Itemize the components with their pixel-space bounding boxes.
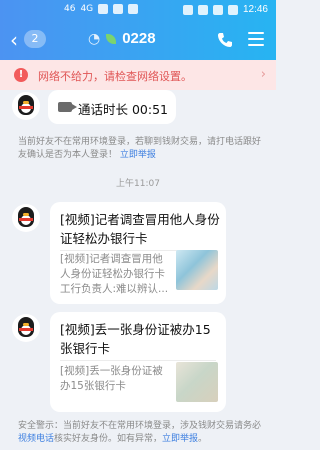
article-title: [视频]丢一张身份证被办15张银行卡	[60, 322, 211, 356]
security-warning-prefix: 安全警示：当前好友不在常用环境登录，涉及钱财交易请务必	[18, 421, 262, 431]
security-warning-middle: 核实好友身份。如有异常，	[54, 434, 163, 444]
call-duration-text: 通话时长 00:51	[78, 102, 168, 117]
security-warning-suffix: 。	[198, 434, 208, 444]
article-divider	[60, 360, 216, 361]
article-title: [视频]记者调查冒用他人身份证轻松办银行卡	[60, 212, 220, 246]
warning-text: 网络不给力，请检查网络设置。	[38, 70, 192, 83]
status-icons-left: 46 4G	[64, 4, 139, 14]
network-warning-bar[interactable]: ! 网络不给力，请检查网络设置。 ›	[0, 60, 276, 90]
penguin-icon	[18, 95, 34, 115]
status-bar: 46 4G 12:46	[0, 0, 276, 20]
friend-avatar[interactable]	[12, 92, 40, 120]
article-card[interactable]: [视频]丢一张身份证被办15张银行卡 [视频]丢一张身份证被办15张银行卡	[50, 312, 226, 412]
report-link[interactable]: 立即举报	[162, 434, 198, 444]
nfc-icon	[182, 4, 193, 15]
menu-icon[interactable]	[248, 32, 264, 46]
article-card[interactable]: [视频]记者调查冒用他人身份证轻松办银行卡 [视频]记者调查冒用他人身份证轻松办…	[50, 202, 226, 304]
chat-title: 0228	[122, 30, 156, 47]
security-warning: 安全警示：当前好友不在常用环境登录，涉及钱财交易请务必视频电话核实好友身份。如有…	[18, 420, 262, 446]
online-status-icon	[106, 33, 117, 44]
video-call-link[interactable]: 视频电话	[18, 434, 54, 444]
article-description: [视频]记者调查冒用他人身份证轻松办银行卡工行负责人:难以辨认...	[60, 253, 169, 295]
notification-icon	[98, 4, 109, 14]
message-notification-icon	[128, 4, 139, 14]
earpiece-icon[interactable]: ◔	[88, 31, 100, 47]
battery-icon	[227, 4, 238, 15]
chat-header: ‹ 2 ◔ 0228	[0, 20, 276, 60]
penguin-icon	[18, 207, 34, 227]
network-text: 4G	[80, 4, 94, 14]
security-notice: 当前好友不在常用环境登录，若聊到钱财交易，请打电话跟好友确认是否为本人登录！ 立…	[18, 136, 262, 162]
article-thumbnail	[176, 362, 218, 402]
message-timestamp: 上午11:07	[116, 179, 160, 189]
signal-text: 46	[64, 4, 76, 14]
app-notification-icon	[113, 4, 124, 14]
video-call-icon	[58, 102, 77, 112]
friend-avatar[interactable]	[12, 204, 40, 232]
report-link[interactable]: 立即举报	[120, 150, 156, 160]
vibrate-icon	[197, 4, 208, 15]
unread-count-badge[interactable]: 2	[24, 30, 46, 48]
warning-icon: !	[14, 68, 28, 82]
phone-call-icon[interactable]	[216, 31, 234, 49]
status-icons-right: 12:46	[182, 4, 268, 15]
back-chevron-icon[interactable]: ‹	[10, 30, 18, 50]
wifi-icon	[212, 4, 223, 15]
chat-title-area: ◔ 0228	[88, 30, 156, 47]
article-thumbnail	[176, 250, 218, 290]
chevron-right-icon[interactable]: ›	[261, 67, 266, 82]
friend-avatar[interactable]	[12, 314, 40, 342]
status-time: 12:46	[242, 4, 268, 15]
penguin-icon	[18, 317, 34, 337]
call-duration-bubble[interactable]: 通话时长 00:51	[48, 90, 176, 124]
article-description: [视频]丢一张身份证被办15张银行卡	[60, 365, 163, 392]
